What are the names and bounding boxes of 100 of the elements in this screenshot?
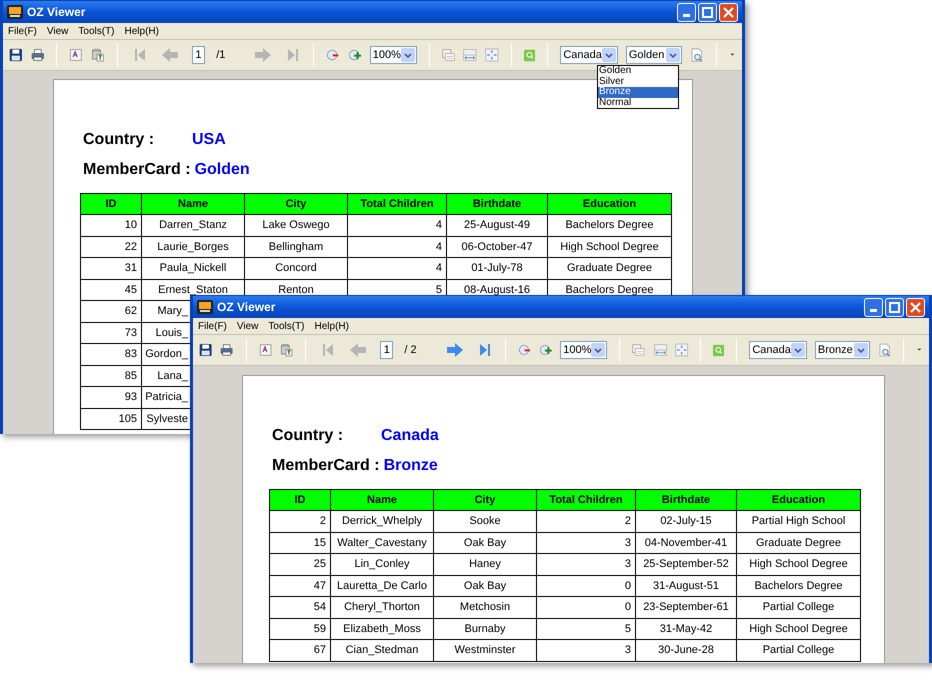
table-cell: 10	[80, 214, 142, 236]
table-cell: Cheryl_Thorton	[330, 596, 434, 618]
table-cell: 3	[536, 554, 636, 575]
menu-item[interactable]: Help(H)	[314, 318, 349, 334]
table-cell: Westminster	[434, 640, 536, 661]
membercard-value: Bronze	[384, 456, 438, 476]
table-cell: 0	[536, 575, 636, 596]
menu-item[interactable]: File(F)	[8, 24, 37, 38]
table-cell: Sooke	[434, 510, 536, 532]
table-cell: 02-July-15	[636, 510, 736, 532]
column-header: Birthdate	[636, 490, 736, 510]
page-number-field[interactable]: 1	[192, 46, 206, 64]
table-cell: Oak Bay	[434, 532, 536, 554]
window-title: OZ Viewer	[27, 4, 86, 21]
table-cell: 23-September-61	[636, 596, 736, 618]
table-cell: 06-October-47	[446, 236, 548, 258]
table-cell: Graduate Degree	[548, 258, 672, 279]
table-cell: 85	[80, 365, 142, 386]
table-cell: 25	[270, 554, 330, 575]
country-dropdown[interactable]: Canada	[749, 341, 807, 359]
page-total: /1	[216, 48, 226, 63]
table-cell: 31-August-51	[636, 575, 736, 596]
column-header: City	[434, 490, 536, 510]
table-cell: High School Degree	[736, 554, 860, 575]
table-cell: 22	[80, 236, 142, 258]
zoom-dropdown[interactable]: 100%	[560, 341, 608, 359]
membercard-label: MemberCard :	[83, 160, 191, 180]
membercard-dropdown[interactable]: Golden	[626, 46, 682, 64]
column-header: Education	[548, 194, 672, 214]
table-cell: 67	[270, 640, 330, 661]
table-cell: 31-May-42	[636, 618, 736, 640]
table-cell: 4	[348, 236, 446, 258]
table-cell: Paula_Nickell	[142, 258, 244, 279]
table-cell: Lake Oswego	[244, 214, 348, 236]
column-header: Total Children	[348, 194, 446, 214]
table-cell: 105	[80, 408, 142, 430]
country-dropdown[interactable]: Canada	[560, 46, 618, 64]
menu-item[interactable]: Tools(T)	[78, 24, 115, 38]
membercard-label: MemberCard :	[272, 456, 380, 476]
page-total: / 2	[404, 342, 417, 358]
table-cell: Bellingham	[244, 236, 348, 258]
table-cell: 04-November-41	[636, 532, 736, 554]
menu-item[interactable]: Help(H)	[124, 24, 159, 38]
column-header: Name	[330, 490, 434, 510]
menu-item[interactable]: Tools(T)	[268, 318, 305, 334]
table-cell: 54	[270, 596, 330, 618]
column-header: Total Children	[536, 490, 636, 510]
table-cell: Walter_Cavestany	[330, 532, 434, 554]
table-cell: 25-September-52	[636, 554, 736, 575]
table-cell: 2	[536, 510, 636, 532]
table-cell: Partial College	[736, 640, 860, 661]
table-cell: 73	[80, 322, 142, 344]
table-cell: Laurie_Borges	[142, 236, 244, 258]
table-cell: 3	[536, 640, 636, 661]
country-label: Country :	[272, 426, 344, 446]
table-cell: 15	[270, 532, 330, 554]
table-cell: Darren_Stanz	[142, 214, 244, 236]
table-cell: Oak Bay	[434, 575, 536, 596]
table-cell: Metchosin	[434, 596, 536, 618]
table-cell: 0	[536, 596, 636, 618]
column-header: ID	[80, 194, 142, 214]
column-header: Birthdate	[446, 194, 548, 214]
table-cell: 25-August-49	[446, 214, 548, 236]
table-cell: Bachelors Degree	[548, 214, 672, 236]
membercard-value: Golden	[194, 160, 250, 180]
table-cell: 59	[270, 618, 330, 640]
table-cell: 5	[536, 618, 636, 640]
dropdown-option[interactable]: Bronze	[598, 87, 678, 98]
membercard-dropdown[interactable]: Bronze	[814, 341, 870, 359]
table-cell: 01-July-78	[446, 258, 548, 279]
column-header: City	[244, 194, 348, 214]
table-cell: Derrick_Whelply	[330, 510, 434, 532]
table-cell: Graduate Degree	[736, 532, 860, 554]
table-cell: 30-June-28	[636, 640, 736, 661]
table-cell: 3	[536, 532, 636, 554]
page-number-field[interactable]: 1	[380, 341, 394, 359]
table-cell: 47	[270, 575, 330, 596]
table-cell: Partial College	[736, 596, 860, 618]
table-cell: Lauretta_De Carlo	[330, 575, 434, 596]
table-cell: 4	[348, 258, 446, 279]
table-cell: 45	[80, 279, 142, 300]
table-cell: Cian_Stedman	[330, 640, 434, 661]
table-cell: 31	[80, 258, 142, 279]
table-cell: 2	[270, 510, 330, 532]
table-cell: 4	[348, 214, 446, 236]
zoom-dropdown[interactable]: 100%	[370, 46, 417, 64]
table-cell: Elizabeth_Moss	[330, 618, 434, 640]
country-value: USA	[192, 130, 226, 150]
menu-item[interactable]: View	[46, 24, 68, 38]
table-cell: Haney	[434, 554, 536, 575]
table-cell: Lin_Conley	[330, 554, 434, 575]
table-cell: High School Degree	[736, 618, 860, 640]
country-label: Country :	[83, 130, 156, 150]
column-header: Name	[142, 194, 244, 214]
column-header: Education	[736, 490, 860, 510]
table-cell: Partial High School	[736, 510, 860, 532]
country-value: Canada	[381, 426, 439, 446]
table-cell: 83	[80, 344, 142, 365]
table-cell: Concord	[244, 258, 348, 279]
column-header: ID	[270, 490, 330, 510]
